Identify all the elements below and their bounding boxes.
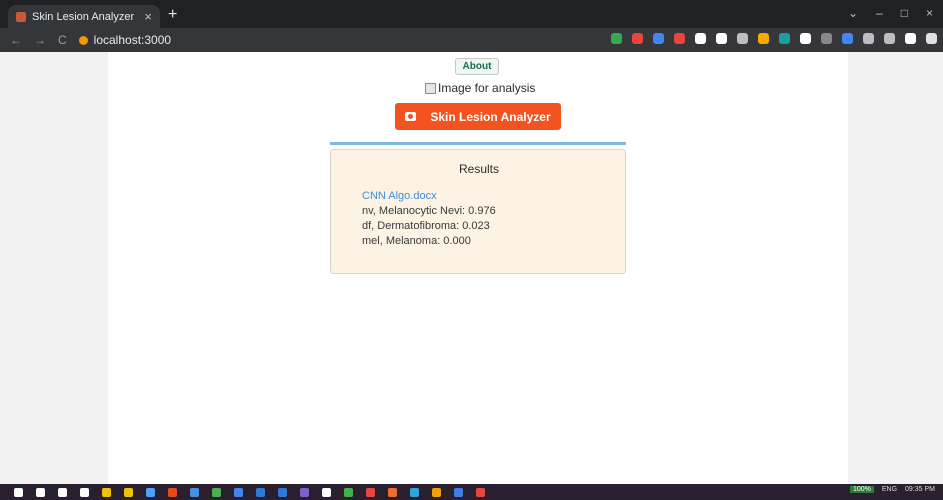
page-content: About Image for analysis Skin Lesion Ana… (108, 52, 848, 484)
browser-tab-strip: Skin Lesion Analyzer × + ⌄ – □ × (0, 0, 943, 28)
camera-icon (405, 112, 417, 121)
taskbar-app-icon[interactable] (14, 487, 23, 497)
tab-close-icon[interactable]: × (144, 9, 152, 24)
about-button[interactable]: About (455, 58, 499, 75)
new-tab-button[interactable]: + (168, 6, 177, 24)
site-info-icon[interactable] (78, 35, 88, 45)
extension-icon[interactable] (779, 33, 790, 44)
clock[interactable]: 09:35 PM (905, 486, 935, 493)
extension-icon[interactable] (905, 33, 916, 44)
extension-icons (611, 33, 937, 44)
taskbar-app-icon[interactable] (410, 487, 419, 497)
taskbar-app-icon[interactable] (476, 487, 485, 497)
extension-icon[interactable] (821, 33, 832, 44)
taskbar-app-icon[interactable] (256, 487, 265, 497)
extension-icon[interactable] (695, 33, 706, 44)
page-gutter-right (848, 52, 943, 484)
taskbar-app-icon[interactable] (36, 487, 45, 497)
tab-search-icon[interactable]: ⌄ (848, 6, 858, 20)
window-controls: ⌄ – □ × (848, 6, 933, 20)
taskbar-app-icon[interactable] (234, 487, 243, 497)
analyze-button-label: Skin Lesion Analyzer (430, 109, 551, 124)
taskbar-app-icon[interactable] (322, 487, 331, 497)
result-line: mel, Melanoma: 0.000 (362, 235, 471, 247)
taskbar-app-icon[interactable] (344, 487, 353, 497)
page-gutter-left (0, 52, 108, 484)
extension-icon[interactable] (737, 33, 748, 44)
taskbar-app-icon[interactable] (300, 487, 309, 497)
taskbar-app-icon[interactable] (388, 487, 397, 497)
tab-title: Skin Lesion Analyzer (32, 10, 135, 23)
system-tray: 100% ENG 09:35 PM (849, 486, 935, 493)
minimize-button[interactable]: – (876, 6, 883, 20)
results-divider (330, 142, 626, 145)
taskbar-app-icon[interactable] (190, 487, 199, 497)
extension-icon[interactable] (884, 33, 895, 44)
extension-icon[interactable] (800, 33, 811, 44)
analyze-button[interactable]: Skin Lesion Analyzer (395, 103, 561, 130)
results-panel: Results CNN Algo.docx nv, Melanocytic Ne… (330, 149, 626, 274)
browser-tab[interactable]: Skin Lesion Analyzer × (8, 5, 160, 28)
broken-image-icon (425, 82, 436, 94)
result-line: nv, Melanocytic Nevi: 0.976 (362, 205, 496, 217)
back-icon[interactable]: ← (10, 33, 22, 47)
taskbar-app-icon[interactable] (212, 487, 221, 497)
reload-icon[interactable]: C (58, 33, 67, 47)
result-line: df, Dermatofibroma: 0.023 (362, 220, 490, 232)
extension-icon[interactable] (863, 33, 874, 44)
analysis-image-alt-text: Image for analysis (438, 81, 536, 95)
analysis-image: Image for analysis (425, 81, 535, 95)
extension-icon[interactable] (758, 33, 769, 44)
forward-icon[interactable]: → (34, 33, 46, 47)
taskbar-app-icon[interactable] (58, 487, 67, 497)
taskbar-app-icon[interactable] (454, 487, 463, 497)
taskbar-app-icon[interactable] (80, 487, 89, 497)
extension-icon[interactable] (674, 33, 685, 44)
maximize-button[interactable]: □ (901, 6, 908, 20)
uploaded-file-name: CNN Algo.docx (362, 190, 437, 202)
results-list: CNN Algo.docx nv, Melanocytic Nevi: 0.97… (362, 189, 496, 249)
extension-icon[interactable] (716, 33, 727, 44)
extension-icon[interactable] (926, 33, 937, 44)
extension-icon[interactable] (842, 33, 853, 44)
taskbar-app-icon[interactable] (366, 487, 375, 497)
taskbar-app-icon[interactable] (102, 487, 111, 497)
url-text: localhost:3000 (93, 33, 172, 47)
taskbar-app-icon[interactable] (432, 487, 441, 497)
taskbar-app-icon[interactable] (278, 487, 287, 497)
windows-taskbar (0, 484, 943, 500)
taskbar-app-icon[interactable] (146, 487, 155, 497)
tab-favicon-icon (16, 11, 26, 22)
results-title: Results (458, 162, 499, 176)
extension-icon[interactable] (611, 33, 622, 44)
language-indicator[interactable]: ENG (882, 486, 897, 493)
close-window-button[interactable]: × (926, 6, 933, 20)
extension-icon[interactable] (632, 33, 643, 44)
taskbar-app-icon[interactable] (124, 487, 133, 497)
taskbar-app-icon[interactable] (168, 487, 177, 497)
zoom-badge[interactable]: 100% (849, 486, 874, 493)
extension-icon[interactable] (653, 33, 664, 44)
address-bar[interactable]: localhost:3000 (78, 33, 172, 47)
